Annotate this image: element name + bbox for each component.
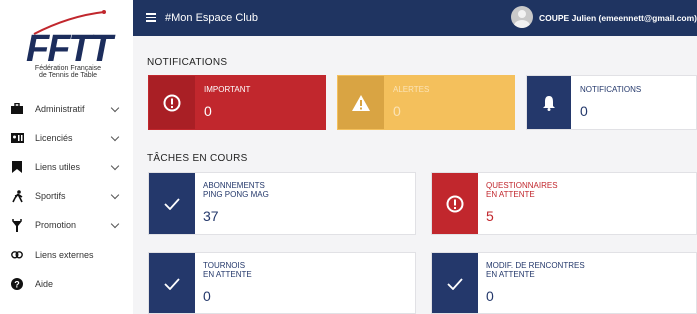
card-label: QUESTIONNAIRES EN ATTENTE — [486, 181, 558, 199]
help-icon: ? — [10, 277, 24, 291]
chevron-down-icon — [110, 103, 120, 112]
chevron-down-icon — [110, 190, 120, 200]
alert-circle-icon — [432, 173, 478, 234]
card-value: 0 — [393, 103, 401, 119]
alert-circle-icon — [149, 76, 195, 129]
sidebar-item-sportifs[interactable]: Sportifs — [0, 182, 133, 211]
bell-icon — [527, 76, 571, 129]
user-name[interactable]: COUPE Julien (emeennett@gmail.com) — [539, 13, 697, 23]
logo-text: FFTT — [26, 28, 113, 70]
logo-subtitle-line-2: de Tennis de Table — [38, 72, 98, 79]
warning-icon — [338, 76, 384, 129]
sidebar-item-liens-utiles[interactable]: Liens utiles — [0, 152, 133, 181]
sidebar-item-promotion[interactable]: Promotion — [0, 211, 133, 240]
svg-text:?: ? — [14, 279, 20, 289]
card-value: 0 — [486, 288, 494, 304]
card-label-line-2: EN ATTENTE — [486, 269, 535, 279]
id-card-icon — [10, 131, 24, 145]
sidebar-item-label: Aide — [35, 278, 54, 289]
sidebar-item-aide[interactable]: ? Aide — [0, 269, 133, 298]
briefcase-icon — [10, 102, 24, 116]
sidebar-item-label: Liens utiles — [35, 161, 81, 172]
card-value: 0 — [580, 103, 588, 119]
running-icon — [10, 189, 24, 203]
logo-subtitle-line-1: Fédération Française — [34, 65, 102, 72]
fftt-logo[interactable]: FFTT Fédération Française de Tennis de T… — [24, 8, 114, 80]
avatar[interactable] — [511, 6, 533, 28]
sidebar-item-label: Administratif — [35, 103, 85, 114]
bookmark-icon — [10, 160, 24, 174]
tasks-section-title: TÂCHES EN COURS — [147, 153, 248, 164]
megaphone-icon — [10, 218, 24, 232]
task-card-modif-rencontres[interactable]: MODIF. DE RENCONTRES EN ATTENTE 0 — [431, 252, 697, 314]
card-label: ALERTES — [393, 85, 430, 94]
sidebar-item-label: Sportifs — [35, 191, 66, 202]
card-label-line-2: PING PONG MAG — [203, 189, 269, 199]
card-label-line-2: EN ATTENTE — [203, 269, 252, 279]
notifications-section-title: NOTIFICATIONS — [147, 57, 228, 68]
card-label: TOURNOIS EN ATTENTE — [203, 261, 252, 279]
menu-icon[interactable] — [146, 13, 156, 22]
sidebar-item-administratif[interactable]: Administratif — [0, 94, 133, 123]
card-label: MODIF. DE RENCONTRES EN ATTENTE — [486, 261, 585, 279]
task-card-abonnements[interactable]: ABONNEMENTS PING PONG MAG 37 — [148, 172, 416, 235]
task-card-questionnaires[interactable]: QUESTIONNAIRES EN ATTENTE 5 — [431, 172, 697, 235]
card-value: 5 — [486, 208, 494, 224]
notification-card-important[interactable]: IMPORTANT 0 — [148, 75, 326, 130]
chevron-down-icon — [110, 161, 120, 171]
check-icon — [149, 253, 195, 313]
card-label-line-2: EN ATTENTE — [486, 189, 535, 199]
sidebar-item-licencies[interactable]: Licenciés — [0, 123, 133, 152]
task-card-tournois[interactable]: TOURNOIS EN ATTENTE 0 — [148, 252, 416, 314]
sidebar-item-liens-externes[interactable]: Liens externes — [0, 240, 133, 269]
check-icon — [149, 173, 195, 234]
notification-card-alertes[interactable]: ALERTES 0 — [337, 75, 515, 130]
sidebar-nav: Administratif Licenciés Liens utiles Spo… — [0, 94, 133, 298]
sidebar-item-label: Licenciés — [35, 132, 73, 143]
card-label: ABONNEMENTS PING PONG MAG — [203, 181, 269, 199]
card-value: 0 — [203, 288, 211, 304]
sidebar-item-label: Promotion — [35, 220, 77, 231]
card-label: IMPORTANT — [204, 85, 251, 94]
logo-subtitle: Fédération Française de Tennis de Table — [24, 65, 112, 79]
card-label: NOTIFICATIONS — [580, 85, 642, 94]
sidebar: FFTT Fédération Française de Tennis de T… — [0, 0, 133, 314]
card-value: 0 — [204, 103, 212, 119]
chevron-down-icon — [110, 132, 120, 142]
check-icon — [432, 253, 478, 313]
sidebar-item-label: Liens externes — [35, 249, 94, 260]
link-icon — [10, 248, 24, 262]
chevron-down-icon — [110, 220, 120, 229]
notification-card-notifications[interactable]: NOTIFICATIONS 0 — [526, 75, 697, 130]
page-title: #Mon Espace Club — [165, 12, 258, 24]
topbar: #Mon Espace Club COUPE Julien (emeennett… — [133, 0, 697, 36]
card-value: 37 — [203, 208, 219, 224]
